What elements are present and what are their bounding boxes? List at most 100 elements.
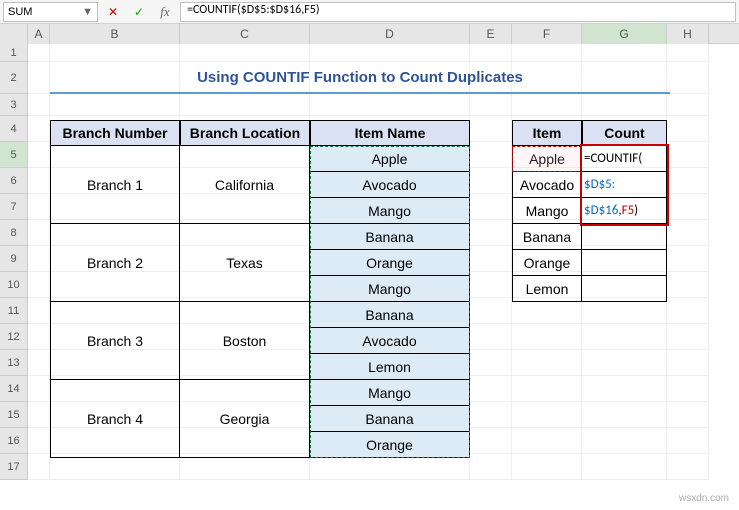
side-item[interactable]: Apple: [512, 146, 582, 172]
cell[interactable]: [582, 402, 667, 428]
row-header-13[interactable]: 13: [0, 350, 28, 376]
cell[interactable]: [582, 94, 667, 116]
item-cell[interactable]: Orange: [310, 432, 470, 458]
col-header-G[interactable]: G: [582, 24, 667, 44]
cell[interactable]: [28, 402, 50, 428]
cell[interactable]: [470, 454, 512, 480]
cell[interactable]: [28, 44, 50, 62]
item-cell[interactable]: Mango: [310, 276, 470, 302]
cell[interactable]: [470, 168, 512, 194]
select-all-corner[interactable]: [0, 24, 28, 44]
cell[interactable]: [28, 350, 50, 376]
item-cell[interactable]: Banana: [310, 224, 470, 250]
cell[interactable]: [470, 194, 512, 220]
cell[interactable]: [470, 142, 512, 168]
cell[interactable]: [667, 402, 709, 428]
branch-num-2[interactable]: Branch 2: [50, 224, 180, 302]
cell[interactable]: [28, 142, 50, 168]
col-header-A[interactable]: A: [28, 24, 50, 44]
cell[interactable]: [512, 94, 582, 116]
branch-loc-4[interactable]: Georgia: [180, 380, 310, 458]
side-count[interactable]: [582, 224, 667, 250]
cell[interactable]: [512, 350, 582, 376]
enter-icon[interactable]: ✓: [128, 2, 150, 22]
row-header-16[interactable]: 16: [0, 428, 28, 454]
item-cell[interactable]: Lemon: [310, 354, 470, 380]
cell[interactable]: [512, 376, 582, 402]
cell[interactable]: [470, 116, 512, 142]
branch-loc-1[interactable]: California: [180, 146, 310, 224]
side-item[interactable]: Avocado: [512, 172, 582, 198]
cell[interactable]: [667, 194, 709, 220]
row-header-8[interactable]: 8: [0, 220, 28, 246]
cell[interactable]: [310, 44, 470, 62]
row-header-17[interactable]: 17: [0, 454, 28, 480]
cell[interactable]: [310, 94, 470, 116]
cell[interactable]: [470, 402, 512, 428]
row-header-7[interactable]: 7: [0, 194, 28, 220]
cell[interactable]: [667, 428, 709, 454]
cell[interactable]: [470, 44, 512, 62]
cell[interactable]: [512, 44, 582, 62]
row-header-5[interactable]: 5: [0, 142, 28, 168]
cell[interactable]: [50, 94, 180, 116]
cell[interactable]: [470, 428, 512, 454]
cell[interactable]: [28, 168, 50, 194]
cell[interactable]: [470, 350, 512, 376]
item-cell[interactable]: Mango: [310, 198, 470, 224]
cell[interactable]: [180, 44, 310, 62]
cell[interactable]: [667, 168, 709, 194]
chevron-down-icon[interactable]: ▼: [82, 6, 93, 18]
cell[interactable]: [667, 94, 709, 116]
side-count[interactable]: [582, 250, 667, 276]
cell[interactable]: [470, 324, 512, 350]
cell[interactable]: [470, 220, 512, 246]
cell[interactable]: [667, 324, 709, 350]
cell[interactable]: [667, 350, 709, 376]
cell[interactable]: [470, 376, 512, 402]
row-header-11[interactable]: 11: [0, 298, 28, 324]
cell[interactable]: [582, 324, 667, 350]
branch-num-4[interactable]: Branch 4: [50, 380, 180, 458]
item-cell[interactable]: Apple: [310, 146, 470, 172]
cell[interactable]: [28, 324, 50, 350]
cell[interactable]: [470, 272, 512, 298]
cell[interactable]: [50, 44, 180, 62]
cell[interactable]: [28, 272, 50, 298]
item-cell[interactable]: Banana: [310, 302, 470, 328]
cell[interactable]: [667, 142, 709, 168]
row-header-14[interactable]: 14: [0, 376, 28, 402]
row-header-12[interactable]: 12: [0, 324, 28, 350]
cell[interactable]: [667, 116, 709, 142]
col-header-E[interactable]: E: [470, 24, 512, 44]
row-header-3[interactable]: 3: [0, 94, 28, 116]
cell[interactable]: [512, 324, 582, 350]
item-cell[interactable]: Banana: [310, 406, 470, 432]
item-cell[interactable]: Avocado: [310, 172, 470, 198]
side-item[interactable]: Banana: [512, 224, 582, 250]
cancel-icon[interactable]: ✕: [102, 2, 124, 22]
cell[interactable]: [582, 350, 667, 376]
branch-loc-2[interactable]: Texas: [180, 224, 310, 302]
cell[interactable]: [28, 454, 50, 480]
cell[interactable]: [28, 116, 50, 142]
fx-icon[interactable]: fx: [154, 2, 176, 22]
cell[interactable]: [470, 246, 512, 272]
cell[interactable]: [667, 62, 709, 94]
row-header-4[interactable]: 4: [0, 116, 28, 142]
cell[interactable]: [28, 246, 50, 272]
cell[interactable]: [470, 94, 512, 116]
cell[interactable]: [667, 298, 709, 324]
cell[interactable]: [667, 272, 709, 298]
side-item[interactable]: Orange: [512, 250, 582, 276]
cell[interactable]: [470, 298, 512, 324]
cell[interactable]: [582, 44, 667, 62]
cell[interactable]: [667, 44, 709, 62]
cell[interactable]: [28, 62, 50, 94]
row-header-2[interactable]: 2: [0, 62, 28, 94]
row-header-10[interactable]: 10: [0, 272, 28, 298]
cell[interactable]: [582, 428, 667, 454]
cell[interactable]: [512, 428, 582, 454]
branch-num-1[interactable]: Branch 1: [50, 146, 180, 224]
branch-loc-3[interactable]: Boston: [180, 302, 310, 380]
